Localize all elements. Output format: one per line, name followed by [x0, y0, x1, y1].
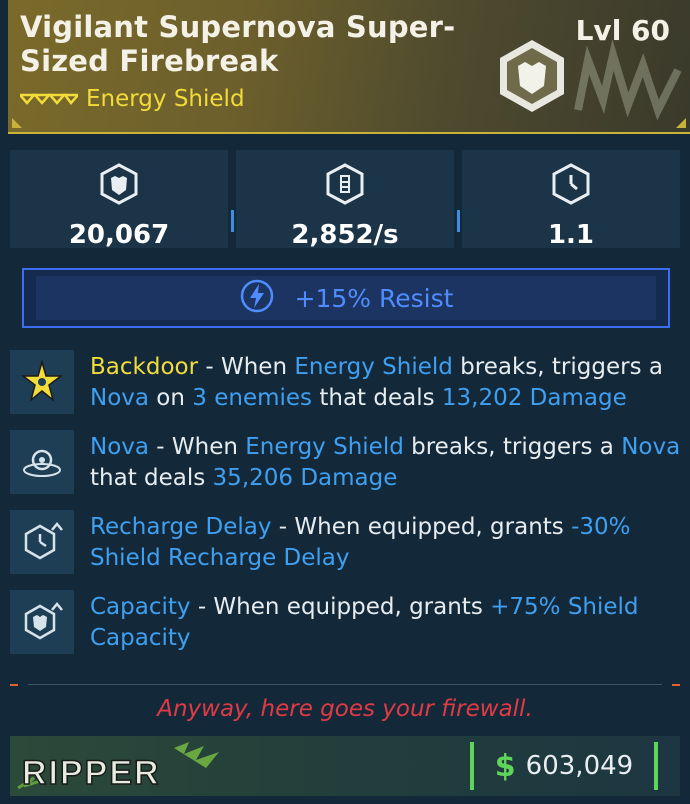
perk-backdoor-text: Backdoor - When Energy Shield breaks, tr…: [90, 352, 690, 414]
perk-keyword: 13,202 Damage: [441, 385, 627, 411]
flavor-text: Anyway, here goes your firewall.: [157, 696, 533, 722]
backdoor-star-icon: [10, 350, 74, 414]
stat-capacity: 20,067: [10, 150, 234, 250]
rarity-chevrons-icon: [20, 91, 78, 107]
perk-nova-text: Nova - When Energy Shield breaks, trigge…: [90, 432, 690, 494]
shield-capacity-icon: [97, 162, 141, 210]
recharge-delay-up-icon: [10, 510, 74, 574]
perk-backdoor: Backdoor - When Energy Shield breaks, tr…: [10, 350, 680, 420]
perk-keyword: Energy Shield: [294, 354, 453, 380]
perk-name: Capacity: [90, 594, 191, 620]
element-resist-banner: +15% Resist: [22, 268, 670, 328]
ripper-brand-logo: RIPPER: [17, 742, 219, 792]
perk-name: Recharge Delay: [90, 514, 272, 540]
perk-text-segment: breaks, triggers a: [452, 354, 663, 380]
perk-keyword: 3 enemies: [192, 385, 313, 411]
manufacturer-logo-icon: [492, 36, 572, 120]
header-graffiti-decoration: [574, 40, 682, 120]
stat-recharge-delay-value: 1.1: [547, 220, 595, 250]
perk-text-segment: - When equipped, grants: [190, 594, 491, 620]
perk-text-segment: that deals: [312, 385, 442, 411]
perk-keyword: 35,206 Damage: [212, 465, 398, 491]
perk-recharge-delay: Recharge Delay - When equipped, grants -…: [10, 510, 680, 580]
element-resist-inner: +15% Resist: [36, 276, 656, 320]
recharge-rate-icon: [323, 162, 367, 210]
perk-capacity-text: Capacity - When equipped, grants +75% Sh…: [90, 592, 690, 654]
perk-keyword: Nova: [90, 385, 149, 411]
stat-divider: [231, 210, 234, 232]
stat-recharge-rate-value: 2,852/s: [291, 220, 399, 250]
recharge-delay-icon: [549, 162, 593, 210]
item-type-row: Energy Shield: [20, 86, 245, 112]
price-value: 603,049: [525, 751, 634, 781]
perk-keyword: Capacity: [90, 625, 191, 651]
perk-text-segment: breaks, triggers a: [403, 434, 622, 460]
divider-accent-left: [10, 684, 18, 686]
header-corner-left: [12, 118, 22, 128]
shock-element-icon: [239, 278, 275, 318]
perk-keyword: Shield Recharge Delay: [90, 545, 350, 571]
stat-recharge-rate: 2,852/s: [236, 150, 460, 250]
header-corner-right: [676, 118, 686, 128]
stat-divider: [457, 210, 460, 232]
divider-accent-right: [672, 684, 680, 686]
item-title: Vigilant Supernova Super-Sized Firebreak: [20, 10, 456, 78]
perk-nova: Nova - When Energy Shield breaks, trigge…: [10, 430, 680, 500]
perk-keyword: Energy Shield: [245, 434, 404, 460]
currency-icon: $: [494, 748, 516, 784]
perk-text-segment: - When: [198, 354, 295, 380]
perk-keyword: -30%: [571, 514, 631, 540]
element-resist-label: +15% Resist: [294, 283, 454, 313]
perk-name: Backdoor: [90, 354, 199, 380]
perk-text-segment: on: [148, 385, 193, 411]
nova-blast-icon: [10, 430, 74, 494]
perk-name: Nova: [90, 434, 149, 460]
capacity-up-icon: [10, 590, 74, 654]
stat-capacity-value: 20,067: [68, 220, 170, 250]
brand-wordmark: RIPPER: [22, 754, 161, 792]
item-type: Energy Shield: [86, 86, 245, 112]
perk-recharge-delay-text: Recharge Delay - When equipped, grants -…: [90, 512, 690, 574]
item-footer: RIPPER $ 603,049: [10, 736, 680, 796]
perk-text-segment: - When equipped, grants: [271, 514, 572, 540]
perk-keyword: +75% Shield: [490, 594, 639, 620]
stats-row: 20,067 2,852/s 1.1: [10, 150, 680, 250]
item-header: Vigilant Supernova Super-Sized Firebreak…: [8, 0, 690, 134]
item-price: $ 603,049: [470, 742, 658, 790]
stat-recharge-delay: 1.1: [462, 150, 680, 250]
perk-capacity: Capacity - When equipped, grants +75% Sh…: [10, 590, 680, 660]
perk-text-segment: that deals: [90, 465, 213, 491]
perk-text-segment: - When: [148, 434, 246, 460]
perk-keyword: Nova: [621, 434, 681, 460]
section-divider: [28, 684, 662, 685]
